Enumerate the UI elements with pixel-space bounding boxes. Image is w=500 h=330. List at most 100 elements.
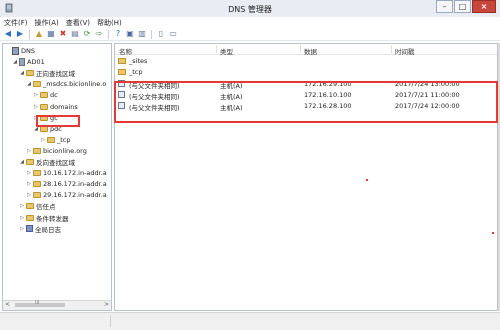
cell-name: _tcp: [129, 68, 143, 77]
tree-node[interactable]: ▷ _tcp: [40, 135, 70, 145]
folder-icon: [33, 181, 41, 188]
help-icon[interactable]: ?: [113, 29, 123, 39]
server-list-icon[interactable]: ▥: [137, 29, 147, 39]
tree-node-label: pdc: [50, 124, 62, 133]
menu-help[interactable]: 帮助(H): [97, 18, 122, 28]
scroll-grip-icon: III: [35, 300, 40, 306]
export-icon[interactable]: ⇨: [94, 29, 104, 39]
cell-name: (与父文件夹相同): [129, 104, 180, 113]
zone-icon[interactable]: ▭: [168, 29, 178, 39]
list-header: 名称 类型 数据 时间戳: [115, 44, 497, 56]
minimize-button[interactable]: –: [436, 0, 453, 13]
collapse-arrow-icon[interactable]: ◢: [19, 70, 25, 76]
menu-bar: 文件(F) 操作(A) 查看(V) 帮助(H): [0, 17, 500, 28]
tree-node[interactable]: ▷ 29.16.172.in-addr.a: [26, 190, 107, 200]
record-row[interactable]: (与父文件夹相同) 主机(A) 172.16.10.100 2017/7/21 11:…: [115, 89, 497, 101]
folder-row[interactable]: _tcp: [115, 66, 497, 77]
folder-icon: [118, 58, 126, 64]
tree-node[interactable]: ◢ _msdcs.bicionline.o: [26, 79, 106, 89]
expand-arrow-icon[interactable]: ▷: [33, 104, 39, 110]
tree-node-label: 28.16.172.in-addr.a: [43, 180, 107, 189]
expand-arrow-icon[interactable]: ▷: [19, 203, 25, 209]
folder-icon: [40, 103, 48, 110]
maximize-button[interactable]: □: [454, 0, 471, 13]
toolbar-separator: [108, 29, 109, 39]
folder-row[interactable]: _sites: [115, 55, 497, 66]
cell-data: 172.16.29.100: [304, 79, 352, 88]
expand-arrow-icon[interactable]: ▷: [40, 137, 46, 143]
expand-arrow-icon[interactable]: ▷: [26, 192, 32, 198]
red-marker: [492, 232, 494, 234]
column-divider[interactable]: [300, 45, 301, 53]
close-button[interactable]: ×: [472, 0, 496, 13]
back-icon[interactable]: ◀: [3, 29, 13, 39]
column-divider[interactable]: [391, 45, 392, 53]
record-icon[interactable]: ▯: [156, 29, 166, 39]
folder-icon: [40, 125, 48, 132]
cell-timestamp: 2017/7/21 11:00:00: [395, 90, 460, 99]
expand-arrow-icon[interactable]: ▷: [26, 170, 32, 176]
log-icon: [26, 225, 33, 233]
expand-arrow-icon[interactable]: ▷: [19, 215, 25, 221]
expand-arrow-icon[interactable]: ▷: [26, 181, 32, 187]
tree-node-label: 全局日志: [35, 225, 61, 234]
cell-data: 172.16.28.100: [304, 102, 352, 111]
view-icon[interactable]: ▣: [125, 29, 135, 39]
tree-node[interactable]: ◢ 正向查找区域: [19, 68, 75, 78]
collapse-arrow-icon[interactable]: ◢: [12, 59, 18, 65]
expand-arrow-icon[interactable]: ▷: [33, 115, 39, 121]
tree-node[interactable]: ▷ dc: [33, 90, 58, 100]
status-bar: [0, 312, 500, 330]
expand-arrow-icon[interactable]: ▷: [33, 92, 39, 98]
up-folder-icon[interactable]: ▲: [34, 29, 44, 39]
server-icon: [19, 58, 25, 67]
tree-node[interactable]: ▷ 条件转发器: [19, 213, 69, 223]
show-tree-icon[interactable]: ▦: [46, 29, 56, 39]
folder-icon: [33, 81, 41, 88]
expand-arrow-icon[interactable]: ▷: [19, 226, 25, 232]
tree-node-label: 正向查找区域: [36, 70, 75, 79]
host-record-icon: [118, 102, 125, 110]
properties-icon[interactable]: ▤: [70, 29, 80, 39]
refresh-icon[interactable]: ⟳: [82, 29, 92, 39]
maximize-icon: □: [458, 2, 467, 11]
tree-node[interactable]: ◢ 反向查找区域: [19, 157, 75, 167]
collapse-arrow-icon[interactable]: ◢: [26, 81, 32, 87]
tree-node-label: 反向查找区域: [36, 159, 75, 167]
toolbar-separator: [29, 29, 30, 39]
tree-horizontal-scrollbar[interactable]: < III >: [3, 300, 111, 310]
scroll-left-icon[interactable]: <: [5, 301, 10, 308]
folder-icon: [118, 69, 126, 76]
tree-node[interactable]: ▷ 全局日志: [19, 224, 61, 234]
scroll-right-icon[interactable]: >: [104, 301, 109, 308]
menu-action[interactable]: 操作(A): [35, 18, 59, 28]
collapse-arrow-icon[interactable]: ◢: [19, 159, 25, 165]
scroll-thumb[interactable]: [15, 303, 65, 307]
folder-icon: [33, 170, 41, 177]
tree-node[interactable]: ▷ 10.16.172.in-addr.a: [26, 168, 107, 178]
column-divider[interactable]: [216, 45, 217, 53]
toolbar-separator: [151, 29, 152, 39]
cell-name: _sites: [129, 57, 148, 65]
tree-node[interactable]: ▷ bicionline.org: [26, 146, 87, 156]
tree-node[interactable]: DNS: [5, 46, 35, 56]
tree-node[interactable]: ◢ AD01: [12, 57, 45, 67]
forward-icon[interactable]: ▶: [15, 29, 25, 39]
minimize-icon: –: [442, 2, 447, 11]
menu-view[interactable]: 查看(V): [66, 18, 90, 28]
record-row[interactable]: (与父文件夹相同) 主机(A) 172.16.29.100 2017/7/24 13:…: [115, 78, 497, 90]
tree-node-label: gc: [50, 113, 58, 122]
window-controls: – □ ×: [436, 0, 496, 15]
tree-node[interactable]: ▷ domains: [33, 102, 78, 112]
collapse-arrow-icon[interactable]: ◢: [33, 126, 39, 132]
tree-node[interactable]: ◢ pdc: [33, 124, 62, 134]
red-marker: [366, 179, 368, 181]
record-row[interactable]: (与父文件夹相同) 主机(A) 172.16.28.100 2017/7/24 12:…: [115, 100, 497, 113]
tree-node[interactable]: ▷ 28.16.172.in-addr.a: [26, 179, 107, 189]
delete-icon[interactable]: ✖: [58, 29, 68, 39]
tree-node-label: 信任点: [36, 203, 56, 212]
tree-node[interactable]: ▷ 信任点: [19, 201, 56, 211]
tree-node[interactable]: ▷ gc: [33, 113, 58, 123]
expand-arrow-icon[interactable]: ▷: [26, 148, 32, 154]
menu-file[interactable]: 文件(F): [4, 18, 28, 28]
